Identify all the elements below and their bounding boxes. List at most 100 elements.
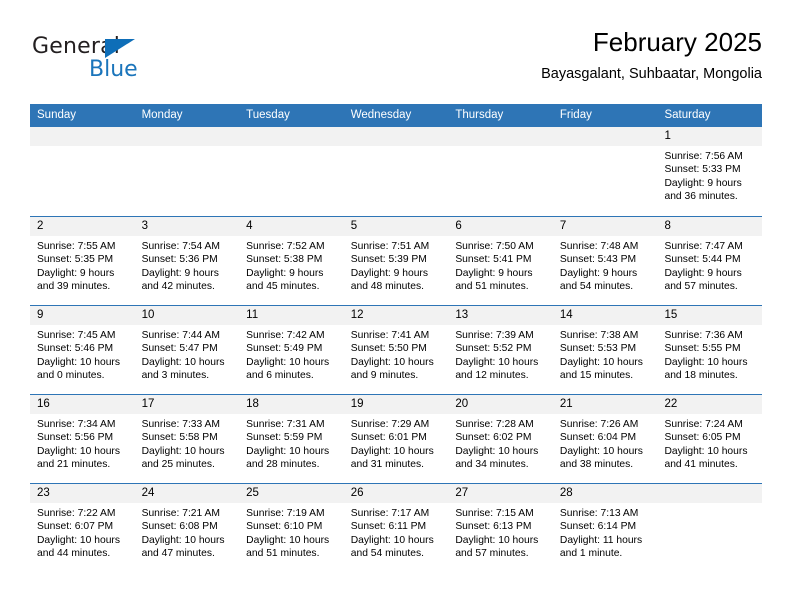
sunrise-text: Sunrise: 7:33 AM [141,419,220,430]
calendar-day-cell-empty [239,127,344,216]
daylight-text-line1: Daylight: 10 hours [141,356,225,368]
day-number: 3 [141,220,148,232]
calendar-day-cell-empty [448,127,553,216]
day-sun-info: Sunrise: 7:45 AM Sunset: 5:46 PM Daylight:… [30,325,135,383]
calendar-day-cell[interactable]: 3 Sunrise: 7:54 AM Sunset: 5:36 PM Daylight… [134,217,240,305]
sunset-text: Sunset: 5:52 PM [455,343,532,355]
day-sun-info: Sunrise: 7:52 AM Sunset: 5:38 PM Daylight:… [239,236,344,294]
calendar-day-cell[interactable]: 2 Sunrise: 7:55 AM Sunset: 5:35 PM Daylight… [30,217,135,305]
calendar-day-cell[interactable]: 23 Sunrise: 7:22 AM Sunset: 6:07 PM Dayligh… [30,484,135,572]
calendar-grid: Sunday Monday Tuesday Wednesday Thursday… [30,104,763,572]
calendar-day-cell[interactable]: 11 Sunrise: 7:42 AM Sunset: 5:49 PM Dayligh… [239,306,344,394]
day-number-band [134,127,240,146]
calendar-day-cell[interactable]: 12 Sunrise: 7:41 AM Sunset: 5:50 PM Dayligh… [343,306,449,394]
sunset-text: Sunset: 5:46 PM [37,343,114,355]
calendar-day-cell[interactable]: 26 Sunrise: 7:17 AM Sunset: 6:11 PM Dayligh… [343,484,449,572]
daylight-text-line2: and 34 minutes. [455,459,529,471]
weekday-header-thursday: Thursday [455,109,504,121]
daylight-text-line2: and 12 minutes. [455,370,529,382]
daylight-text-line2: and 48 minutes. [350,281,425,293]
calendar-day-cell[interactable]: 14 Sunrise: 7:38 AM Sunset: 5:53 PM Dayligh… [552,306,658,394]
sunset-text: Sunset: 5:49 PM [246,343,323,355]
daylight-text-line1: Daylight: 10 hours [350,534,434,546]
general-blue-logo[interactable]: General Blue [32,36,212,92]
sunrise-text: Sunrise: 7:47 AM [664,241,743,252]
calendar-week-row: 16 Sunrise: 7:34 AM Sunset: 5:56 PM Dayligh… [30,394,763,483]
calendar-day-cell[interactable]: 8 Sunrise: 7:47 AM Sunset: 5:44 PM Daylight… [657,217,763,305]
calendar-day-cell[interactable]: 20 Sunrise: 7:28 AM Sunset: 6:02 PM Dayligh… [448,395,553,483]
calendar-day-cell[interactable]: 13 Sunrise: 7:39 AM Sunset: 5:52 PM Dayligh… [448,306,553,394]
weekday-header-row: Sunday Monday Tuesday Wednesday Thursday… [30,104,762,127]
sunset-text: Sunset: 5:55 PM [664,343,741,355]
day-number-band [239,127,344,146]
calendar-day-cell[interactable]: 7 Sunrise: 7:48 AM Sunset: 5:43 PM Daylight… [552,217,658,305]
calendar-day-cell[interactable]: 1 Sunrise: 7:56 AM Sunset: 5:33 PM Daylight… [657,127,763,216]
calendar-day-cell[interactable]: 4 Sunrise: 7:52 AM Sunset: 5:38 PM Daylight… [239,217,344,305]
daylight-text-line2: and 38 minutes. [559,459,634,471]
calendar-day-cell[interactable]: 18 Sunrise: 7:31 AM Sunset: 5:59 PM Dayligh… [239,395,344,483]
sunrise-text: Sunrise: 7:34 AM [37,419,116,430]
sunrise-text: Sunrise: 7:50 AM [455,241,534,252]
day-sun-info: Sunrise: 7:41 AM Sunset: 5:50 PM Daylight:… [344,325,449,383]
daylight-text-line1: Daylight: 10 hours [141,445,225,457]
calendar-day-cell[interactable]: 21 Sunrise: 7:26 AM Sunset: 6:04 PM Dayligh… [552,395,658,483]
calendar-day-cell-empty [30,127,135,216]
sunset-text: Sunset: 5:39 PM [350,254,427,266]
daylight-text-line1: Daylight: 9 hours [664,267,742,279]
calendar-week-row: 9 Sunrise: 7:45 AM Sunset: 5:46 PM Daylight… [30,305,763,394]
sunrise-text: Sunrise: 7:19 AM [246,508,325,519]
daylight-text-line2: and 45 minutes. [246,281,320,293]
daylight-text-line1: Daylight: 10 hours [37,534,120,546]
calendar-day-cell[interactable]: 24 Sunrise: 7:21 AM Sunset: 6:08 PM Dayligh… [134,484,240,572]
day-sun-info: Sunrise: 7:56 AM Sunset: 5:33 PM Daylight:… [657,146,762,204]
daylight-text-line2: and 6 minutes. [246,370,314,382]
day-sun-info: Sunrise: 7:22 AM Sunset: 6:07 PM Daylight:… [30,503,135,561]
calendar-day-cell-empty [657,484,763,572]
day-number-band: 2 [30,217,135,236]
day-number: 23 [37,487,50,499]
calendar-day-cell[interactable]: 16 Sunrise: 7:34 AM Sunset: 5:56 PM Dayligh… [30,395,135,483]
sunrise-text: Sunrise: 7:13 AM [559,508,639,519]
day-number-band: 11 [239,306,344,325]
day-number-band: 8 [657,217,763,236]
sunrise-text: Sunrise: 7:41 AM [350,330,430,341]
daylight-text-line1: Daylight: 9 hours [455,267,533,279]
page-title: February 2025 [592,27,762,57]
calendar-day-cell-empty [134,127,240,216]
calendar-day-cell[interactable]: 5 Sunrise: 7:51 AM Sunset: 5:39 PM Daylight… [343,217,449,305]
daylight-text-line1: Daylight: 10 hours [37,445,120,457]
daylight-text-line1: Daylight: 10 hours [664,356,748,368]
page-header: General Blue February 2025 Bayasgalant, … [30,27,762,98]
sunrise-text: Sunrise: 7:15 AM [455,508,534,519]
calendar-day-cell[interactable]: 10 Sunrise: 7:44 AM Sunset: 5:47 PM Dayligh… [134,306,240,394]
day-number: 14 [559,309,573,321]
sunset-text: Sunset: 5:44 PM [664,254,741,266]
daylight-text-line1: Daylight: 11 hours [559,534,643,546]
daylight-text-line1: Daylight: 10 hours [455,445,539,457]
sunset-text: Sunset: 5:43 PM [559,254,637,266]
weekday-header-sunday: Sunday [37,109,77,121]
daylight-text-line1: Daylight: 10 hours [246,356,330,368]
calendar-day-cell[interactable]: 19 Sunrise: 7:29 AM Sunset: 6:01 PM Dayligh… [343,395,449,483]
sunrise-text: Sunrise: 7:29 AM [350,419,430,430]
daylight-text-line1: Daylight: 10 hours [559,445,643,457]
day-number: 22 [664,398,678,410]
day-sun-info: Sunrise: 7:44 AM Sunset: 5:47 PM Daylight:… [135,325,240,383]
calendar-day-cell[interactable]: 28 Sunrise: 7:13 AM Sunset: 6:14 PM Dayligh… [552,484,658,572]
calendar-day-cell[interactable]: 9 Sunrise: 7:45 AM Sunset: 5:46 PM Daylight… [30,306,135,394]
calendar-day-cell[interactable]: 27 Sunrise: 7:15 AM Sunset: 6:13 PM Dayligh… [448,484,553,572]
calendar-day-cell[interactable]: 22 Sunrise: 7:24 AM Sunset: 6:05 PM Dayligh… [657,395,763,483]
calendar-day-cell[interactable]: 25 Sunrise: 7:19 AM Sunset: 6:10 PM Dayligh… [239,484,344,572]
day-number-band: 21 [552,395,658,414]
sunset-text: Sunset: 5:36 PM [141,254,218,266]
calendar-day-cell[interactable]: 6 Sunrise: 7:50 AM Sunset: 5:41 PM Daylight… [448,217,553,305]
day-number-band: 13 [448,306,553,325]
day-number-band: 4 [239,217,344,236]
sunrise-text: Sunrise: 7:21 AM [141,508,220,519]
sunrise-text: Sunrise: 7:36 AM [664,330,743,341]
daylight-text-line2: and 28 minutes. [246,459,320,471]
calendar-day-cell[interactable]: 15 Sunrise: 7:36 AM Sunset: 5:55 PM Dayligh… [657,306,763,394]
day-sun-info: Sunrise: 7:54 AM Sunset: 5:36 PM Daylight:… [135,236,240,294]
day-number-band: 26 [343,484,449,503]
calendar-day-cell[interactable]: 17 Sunrise: 7:33 AM Sunset: 5:58 PM Dayligh… [134,395,240,483]
